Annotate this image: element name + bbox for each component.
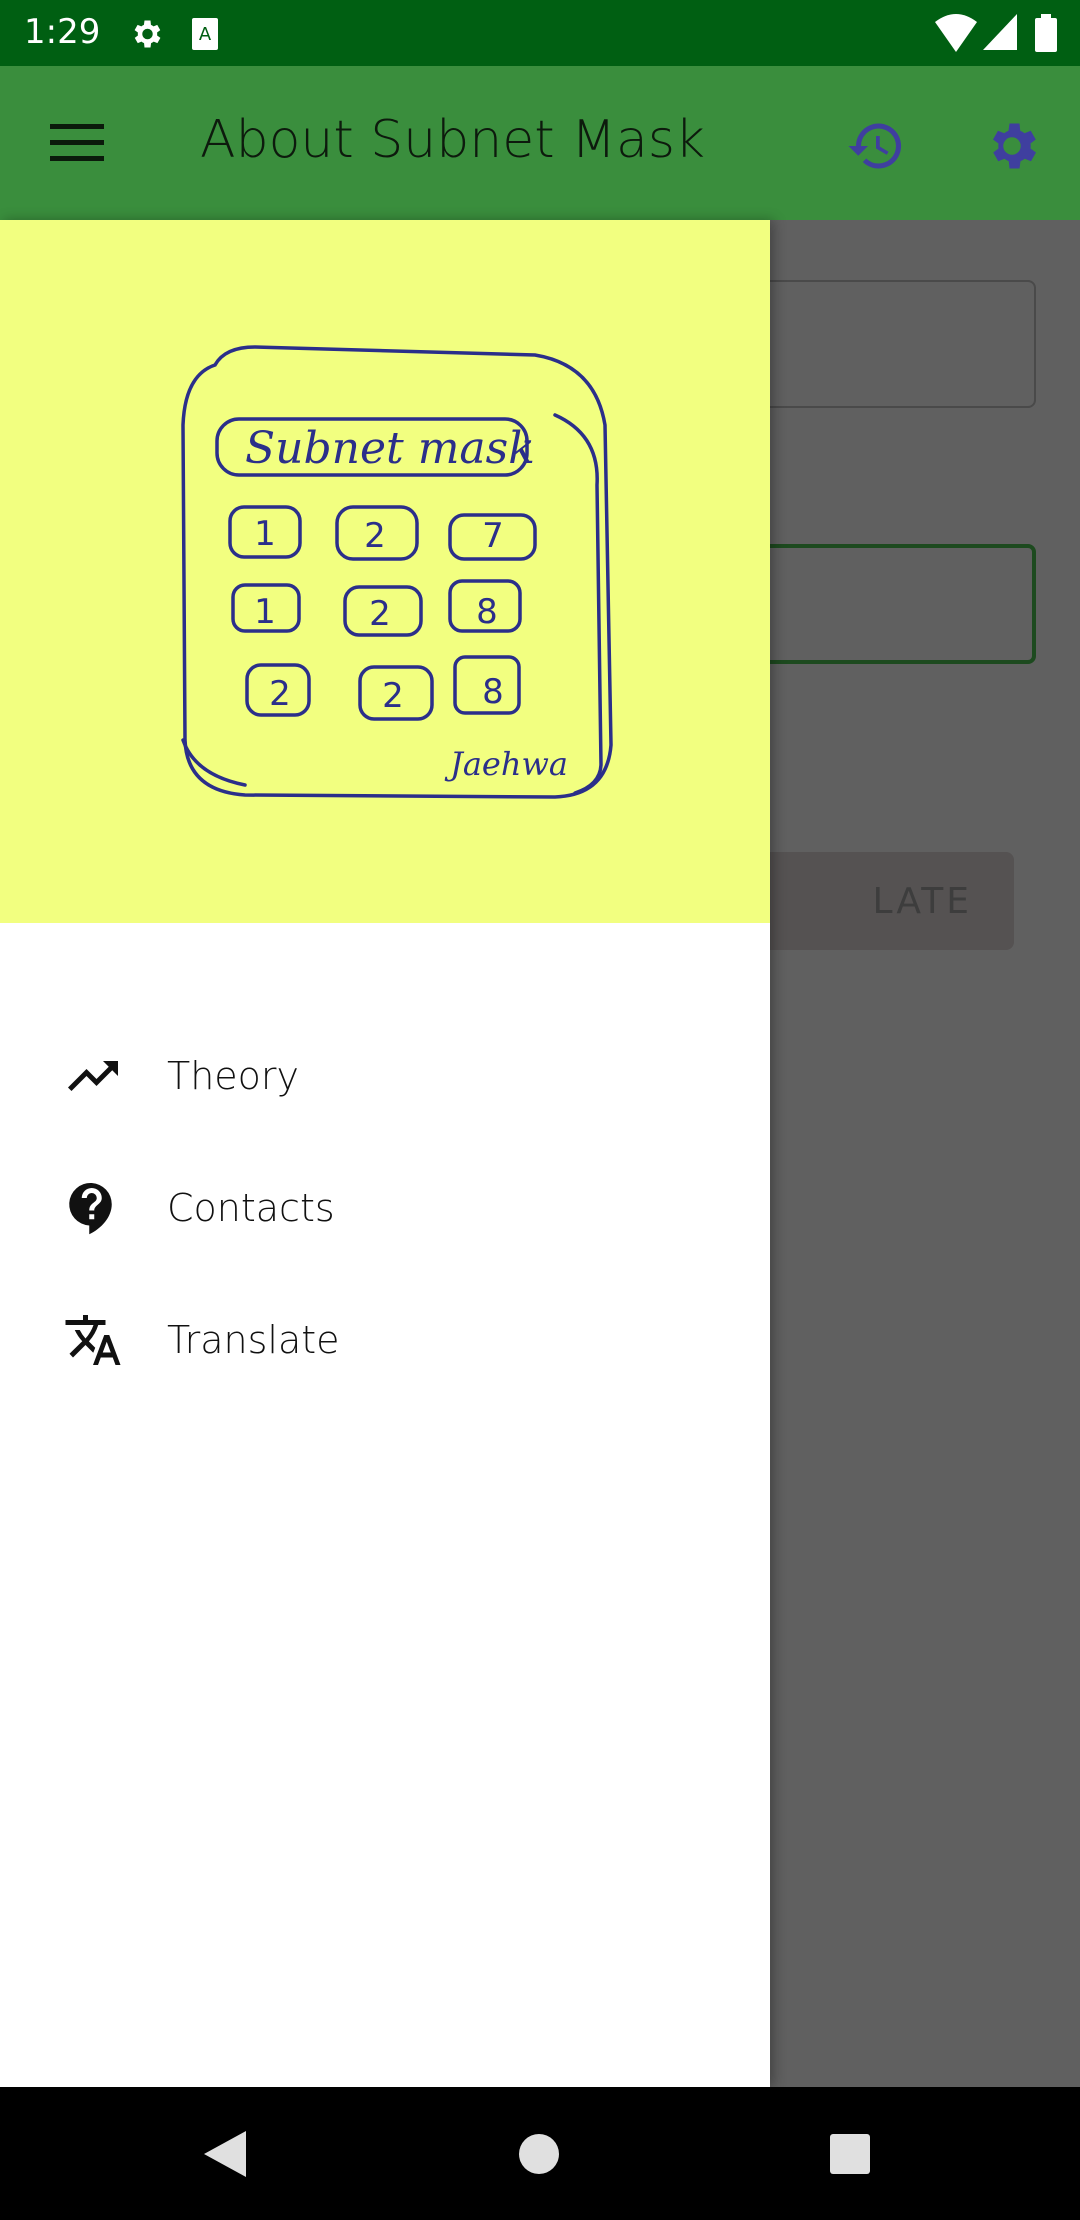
svg-text:7: 7 <box>482 516 504 556</box>
input-field-2 <box>740 544 1036 664</box>
history-icon[interactable] <box>846 116 906 176</box>
drawer-item-theory[interactable]: Theory <box>0 1010 770 1142</box>
svg-text:8: 8 <box>476 592 498 632</box>
drawer-item-contacts[interactable]: Contacts <box>0 1142 770 1274</box>
drawer-header: Subnet mask 127 128 228 Jaehwa <box>0 220 770 923</box>
help-icon <box>69 1182 112 1235</box>
svg-text:1: 1 <box>254 514 276 554</box>
translate-icon <box>65 1315 121 1365</box>
settings-icon[interactable] <box>982 116 1042 176</box>
status-time: 1:29 <box>24 12 101 52</box>
svg-text:8: 8 <box>482 672 504 712</box>
navigation-drawer: Subnet mask 127 128 228 Jaehwa Theory Co… <box>0 220 770 2087</box>
status-bar: 1:29 A <box>0 0 1080 66</box>
calculate-button-label: LATE <box>872 880 972 922</box>
subnet-mask-logo: Subnet mask 127 128 228 Jaehwa <box>181 345 613 799</box>
battery-icon <box>1035 14 1057 52</box>
drawer-item-label: Translate <box>167 1318 340 1362</box>
home-icon[interactable] <box>519 2134 559 2174</box>
svg-text:Jaehwa: Jaehwa <box>444 745 568 783</box>
text-a-icon: A <box>192 18 218 50</box>
system-nav-bar <box>0 2087 1080 2220</box>
trending-up-icon <box>68 1061 118 1091</box>
app-bar: About Subnet Mask <box>0 66 1080 220</box>
svg-text:A: A <box>199 24 212 45</box>
back-icon[interactable] <box>204 2131 246 2177</box>
recents-icon[interactable] <box>830 2134 870 2174</box>
drawer-item-translate[interactable]: Translate <box>0 1274 770 1406</box>
svg-text:1: 1 <box>254 592 276 632</box>
svg-text:2: 2 <box>369 594 391 634</box>
signal-icon <box>983 14 1017 50</box>
svg-text:2: 2 <box>382 676 404 716</box>
svg-text:2: 2 <box>364 516 386 556</box>
svg-text:Subnet mask: Subnet mask <box>245 423 535 474</box>
drawer-item-label: Contacts <box>167 1186 335 1230</box>
input-field-1 <box>740 280 1036 408</box>
svg-text:2: 2 <box>269 674 291 714</box>
wifi-icon <box>935 14 977 52</box>
menu-icon[interactable] <box>50 122 104 162</box>
page-title: About Subnet Mask <box>200 110 706 170</box>
settings-icon <box>134 20 161 48</box>
calculate-button: LATE <box>740 852 1014 950</box>
drawer-item-label: Theory <box>167 1054 300 1098</box>
